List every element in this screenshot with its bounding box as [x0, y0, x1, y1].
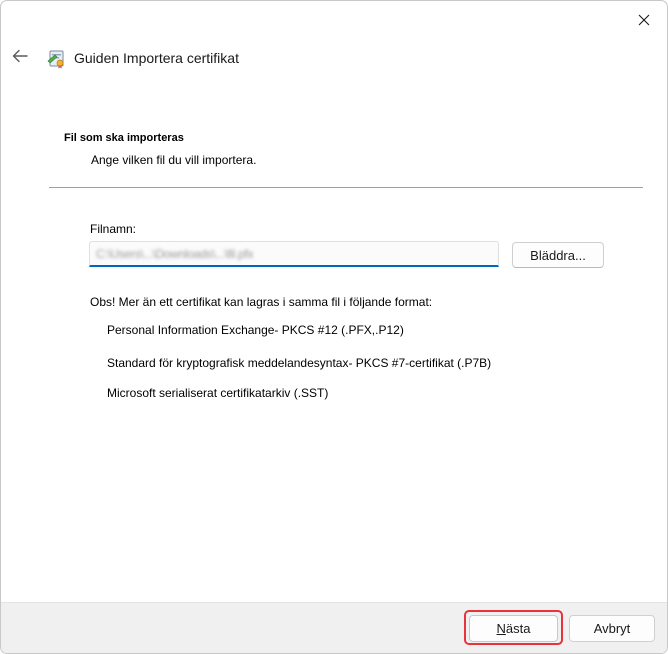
format-item-pkcs7: Standard för kryptografisk meddelandesyn…	[107, 356, 492, 370]
section-title: Fil som ska importeras	[64, 132, 184, 144]
close-icon	[638, 14, 650, 26]
section-subtitle: Ange vilken fil du vill importera.	[91, 153, 257, 167]
next-button-label: Nästa	[497, 621, 531, 636]
next-mnemonic: N	[496, 621, 506, 636]
wizard-header: Guiden Importera certifikat	[1, 41, 667, 77]
back-arrow-icon	[12, 49, 28, 68]
format-item-sst: Microsoft serialiserat certifikatarkiv (…	[107, 386, 329, 400]
cancel-button[interactable]: Avbryt	[569, 615, 655, 642]
close-button[interactable]	[621, 1, 667, 39]
next-rest: ästa	[505, 621, 531, 636]
wizard-window: Guiden Importera certifikat Fil som ska …	[0, 0, 668, 654]
certificate-wizard-icon	[47, 47, 67, 69]
filename-label: Filnamn:	[90, 222, 137, 236]
back-button[interactable]	[7, 43, 33, 73]
footer-bar	[1, 602, 667, 653]
format-note: Obs! Mer än ett certifikat kan lagras i …	[90, 295, 433, 309]
next-button[interactable]: Nästa	[469, 615, 558, 642]
browse-button[interactable]: Bläddra...	[512, 242, 604, 268]
filename-input[interactable]: C:\Users\...\Downloads\...\fil.pfx	[89, 241, 499, 267]
format-item-pkcs12: Personal Information Exchange- PKCS #12 …	[107, 323, 404, 337]
header-divider	[49, 187, 643, 188]
filename-value: C:\Users\...\Downloads\...\fil.pfx	[96, 246, 254, 261]
wizard-title: Guiden Importera certifikat	[74, 50, 239, 66]
